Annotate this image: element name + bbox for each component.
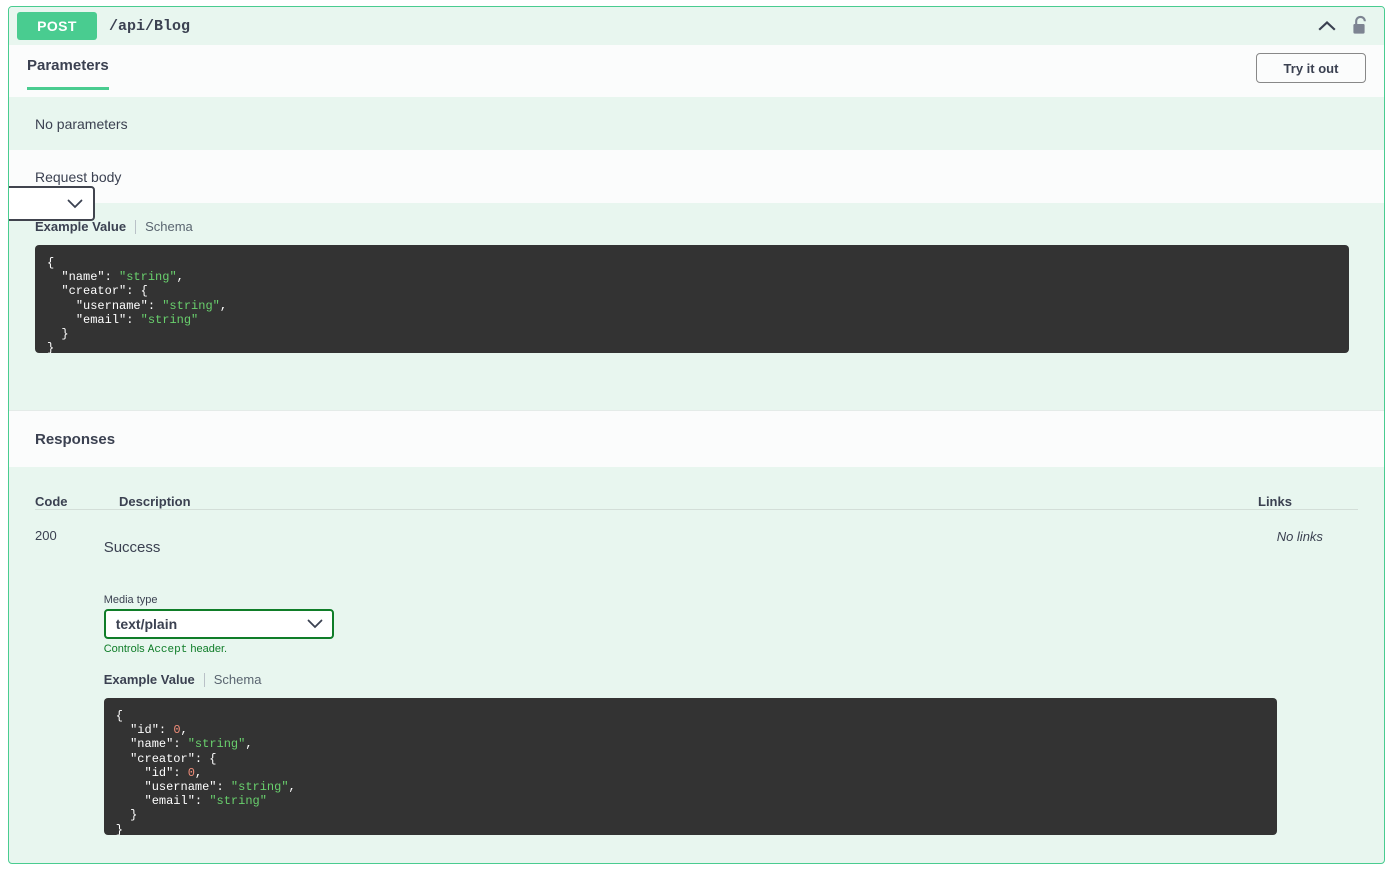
code-token-punc: , (194, 765, 203, 780)
operation-path: /api/Blog (109, 17, 191, 35)
media-type-label: Media type (103, 594, 158, 606)
code-token-key: "username" (144, 780, 217, 795)
request-body-label: Request body (35, 168, 122, 185)
code-token-punc: : (158, 723, 174, 738)
code-token-str: "string" (187, 737, 246, 752)
code-token-str: "string" (119, 270, 177, 285)
operation-body: Parameters Try it out No parameters Requ… (9, 45, 1384, 835)
accept-hint-mono: Accept (147, 644, 188, 656)
response-status-code: 200 (35, 528, 57, 543)
code-token-punc: { (47, 256, 55, 270)
column-header-description: Description (119, 494, 191, 509)
code-token-punc: , (245, 737, 253, 752)
code-token-punc: } (130, 808, 138, 823)
code-token-punc: } (47, 341, 55, 353)
operation-summary-bar[interactable]: POST /api/Blog (9, 7, 1384, 45)
chevron-up-icon[interactable] (1317, 16, 1337, 36)
request-example-tabs: Example Value Schema (35, 219, 1358, 234)
tab-separator (135, 219, 137, 234)
code-token-key: "creator" (130, 751, 195, 766)
code-token-punc: : { (194, 751, 217, 766)
media-type-select[interactable]: text/plain (103, 609, 334, 639)
code-token-punc: : (104, 270, 120, 285)
code-token-key: "id" (144, 765, 174, 780)
accept-hint-suffix: header. (187, 643, 228, 655)
code-token-punc: : (147, 298, 163, 313)
responses-title: Responses (35, 430, 116, 448)
response-example-code-block[interactable]: { "id": 0, "name": "string", "creator": … (103, 698, 1277, 835)
http-method-badge: POST (17, 12, 97, 40)
code-token-str: "string" (162, 298, 220, 313)
code-token-punc: : (126, 312, 141, 327)
code-token-punc: : (173, 737, 188, 752)
code-token-punc: } (61, 327, 69, 342)
tab-schema-response[interactable]: Schema (214, 672, 262, 687)
response-links: No links (1276, 529, 1323, 544)
code-token-num: 0 (187, 765, 195, 780)
table-row: 200 Success Media type text/plain Contro… (35, 510, 1358, 835)
request-body-row: Request body application/json (9, 150, 1384, 221)
code-token-punc: } (115, 822, 123, 835)
responses-table-header: Code Description Links (35, 467, 1358, 510)
code-token-num: 0 (173, 723, 181, 738)
responses-header: Responses (9, 410, 1384, 467)
media-type-wrapper: text/plain (103, 609, 334, 639)
request-example-code-block[interactable]: { "name": "string", "creator": { "userna… (35, 245, 1349, 353)
code-token-punc: , (180, 723, 188, 738)
code-token-key: "email" (75, 312, 127, 327)
operation-summary-controls (1317, 15, 1374, 37)
code-token-key: "name" (61, 270, 105, 285)
code-token-punc: : (194, 794, 210, 809)
code-token-punc: : (216, 780, 231, 795)
code-token-key: "email" (144, 794, 195, 809)
code-token-key: "name" (130, 737, 174, 752)
response-description-cell: Success Media type text/plain Controls A… (102, 528, 1277, 835)
code-token-str: "string" (230, 780, 289, 795)
column-header-links: Links (1258, 494, 1292, 509)
accept-hint-prefix: Controls (103, 643, 148, 655)
tab-example-value-response[interactable]: Example Value (104, 672, 195, 687)
unlocked-padlock-icon[interactable] (1351, 15, 1370, 37)
accept-header-hint: Controls Accept header. (104, 643, 1277, 656)
tab-example-value-request[interactable]: Example Value (35, 219, 126, 234)
tab-schema-request[interactable]: Schema (145, 219, 193, 234)
code-token-punc: , (176, 270, 184, 285)
code-token-punc: : (173, 765, 188, 780)
code-token-punc: { (115, 709, 123, 723)
response-example-tabs: Example Value Schema (104, 672, 1277, 687)
operation-block-post-api-blog: POST /api/Blog Parameters Try it out No … (8, 6, 1385, 864)
column-header-code: Code (35, 494, 68, 509)
responses-table: Code Description Links 200 Success Media… (9, 467, 1384, 835)
code-token-key: "id" (130, 723, 159, 738)
no-parameters-text: No parameters (9, 97, 1384, 150)
code-token-punc: : { (126, 284, 148, 299)
code-token-str: "string" (140, 312, 199, 327)
tab-parameters[interactable]: Parameters (27, 57, 109, 90)
request-content-type-select[interactable]: application/json (9, 185, 96, 221)
code-token-key: "username" (75, 298, 148, 313)
try-it-out-button[interactable]: Try it out (1256, 53, 1366, 83)
code-token-key: "creator" (61, 284, 127, 299)
parameters-header: Parameters Try it out (9, 45, 1384, 97)
code-token-punc: , (219, 298, 228, 313)
response-description-text: Success (103, 539, 161, 556)
request-section-spacer (9, 353, 1384, 410)
code-token-punc: , (288, 780, 296, 795)
code-token-str: "string" (209, 794, 267, 809)
tab-separator (203, 672, 205, 687)
request-example-section: Example Value Schema { "name": "string",… (9, 203, 1384, 353)
